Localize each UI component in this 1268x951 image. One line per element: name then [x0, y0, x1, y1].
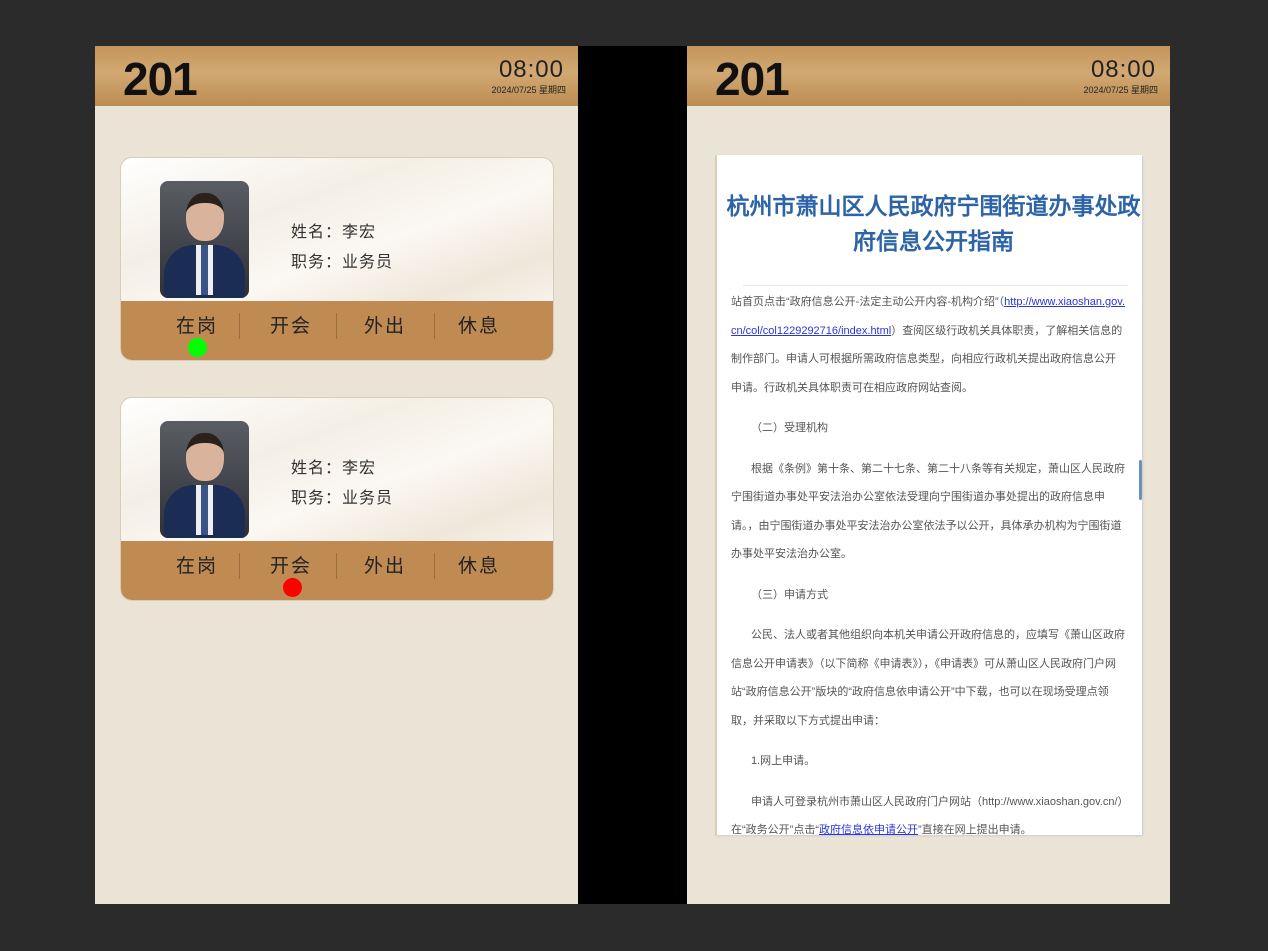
clock-time: 08:00 [1090, 56, 1156, 83]
status-rest[interactable]: 休息 [439, 551, 519, 578]
name-row: 姓名：李宏 [291, 460, 377, 477]
clock-date: 2024/07/25 星期四 [1083, 85, 1158, 95]
left-screen: 201 08:00 2024/07/25 星期四 姓名：李宏 职务：业务员 在岗… [95, 46, 578, 904]
divider [743, 285, 1128, 286]
status-on-duty[interactable]: 在岗 [157, 311, 237, 338]
room-number: 201 [715, 53, 790, 105]
section-heading: （三）申请方式 [751, 588, 828, 601]
right-screen: 201 08:00 2024/07/25 星期四 杭州市萧山区人民政府宁围街道办… [687, 46, 1170, 904]
role-row: 职务：业务员 [291, 490, 394, 507]
clock-date: 2024/07/25 星期四 [491, 85, 566, 95]
paragraph: 公民、法人或者其他组织向本机关申请公开政府信息的，应填写《萧山区政府信息公开申请… [731, 629, 1125, 727]
clock-time: 08:00 [498, 56, 564, 83]
staff-card: 姓名：李宏 职务：业务员 在岗 开会 外出 休息 [120, 157, 554, 361]
staff-card: 姓名：李宏 职务：业务员 在岗 开会 外出 休息 [120, 397, 554, 601]
section-heading: （二）受理机构 [751, 422, 828, 434]
staff-role: 业务员 [342, 490, 394, 507]
header: 201 08:00 2024/07/25 星期四 [95, 46, 578, 106]
status-meeting[interactable]: 开会 [251, 311, 331, 338]
status-out[interactable]: 外出 [345, 551, 425, 578]
staff-name: 李宏 [342, 224, 377, 241]
name-row: 姓名：李宏 [291, 224, 377, 241]
status-on-duty[interactable]: 在岗 [157, 551, 237, 578]
document-viewer[interactable]: 杭州市萧山区人民政府宁围街道办事处政府信息公开指南 站首页点击“政府信息公开-法… [715, 155, 1142, 835]
status-indicator [283, 578, 302, 597]
scrollbar[interactable] [1139, 460, 1142, 500]
status-bar: 在岗 开会 外出 休息 [121, 301, 553, 360]
paragraph: 站首页点击“政府信息公开-法定主动公开内容-机构介绍”（http://www.x… [731, 296, 1126, 394]
status-bar: 在岗 开会 外出 休息 [121, 541, 553, 600]
header: 201 08:00 2024/07/25 星期四 [687, 46, 1170, 106]
document-title: 杭州市萧山区人民政府宁围街道办事处政府信息公开指南 [726, 193, 1141, 254]
status-rest[interactable]: 休息 [439, 311, 519, 338]
paragraph: 根据《条例》第十条、第二十七条、第二十八条等有关规定，萧山区人民政府宁围街道办事… [731, 462, 1125, 561]
paragraph: 申请人可登录杭州市萧山区人民政府门户网站（http://www.xiaoshan… [731, 795, 1124, 836]
staff-name: 李宏 [342, 460, 377, 477]
divider [578, 46, 687, 904]
avatar [160, 421, 249, 538]
status-out[interactable]: 外出 [345, 311, 425, 338]
room-number: 201 [123, 53, 198, 105]
staff-role: 业务员 [342, 254, 394, 271]
avatar [160, 181, 249, 298]
link[interactable]: 政府信息依申请公开 [819, 824, 918, 835]
role-row: 职务：业务员 [291, 254, 394, 271]
section-heading: 1.网上申请。 [751, 755, 816, 767]
status-indicator [188, 338, 207, 357]
status-meeting[interactable]: 开会 [251, 551, 331, 578]
